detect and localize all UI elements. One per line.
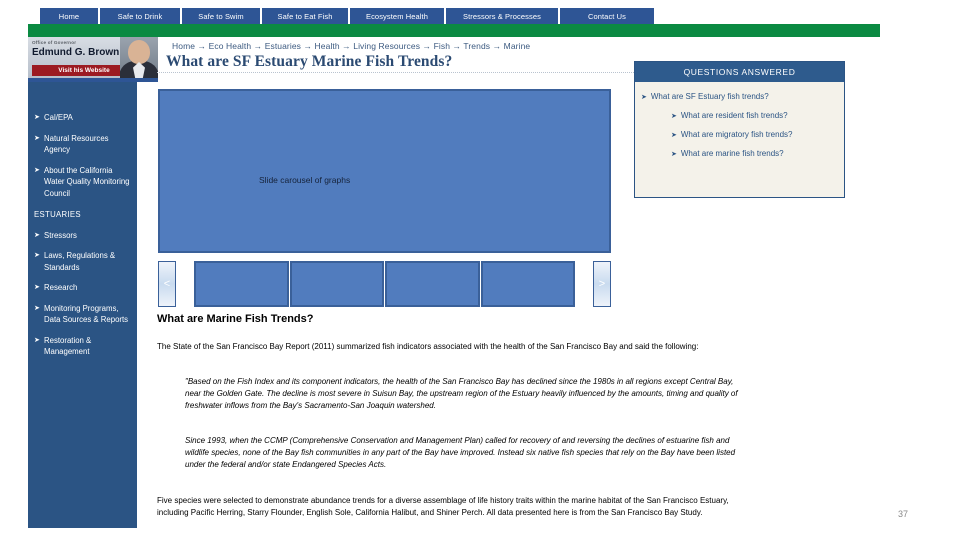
sidebar-item-restoration-management[interactable]: ➤ Restoration & Management [34,335,131,358]
questions-answered-panel: QUESTIONS ANSWERED ➤ What are SF Estuary … [634,61,845,198]
arrow-bullet-icon: ➤ [34,252,40,259]
qa-item-label: What are migratory fish trends? [680,130,793,139]
questions-answered-header: QUESTIONS ANSWERED [635,62,844,82]
arrow-bullet-icon: ➤ [671,151,677,158]
qa-item-label: What are resident fish trends? [680,111,788,120]
governor-name: Edmund G. Brown Jr. [32,47,134,58]
qa-item-label: What are SF Estuary fish trends? [650,92,769,101]
qa-item-migratory-fish-trends[interactable]: ➤ What are migratory fish trends? [641,129,836,141]
sidebar-item-laws-regulations-standards[interactable]: ➤ Laws, Regulations & Standards [34,250,131,273]
sidebar-item-natural-resources-agency[interactable]: ➤ Natural Resources Agency [34,133,131,156]
questions-answered-list: ➤ What are SF Estuary fish trends? ➤ What … [635,82,844,160]
carousel-thumbnail[interactable] [385,261,480,307]
qa-item-label: What are marine fish trends? [680,149,784,158]
arrow-bullet-icon: ➤ [671,113,677,120]
carousel-placeholder-caption: Slide carousel of graphs [259,175,351,185]
green-accent-bar [28,24,880,37]
sidebar-item-label: Stressors [44,230,77,240]
portrait-head [128,40,150,64]
qa-item-marine-fish-trends[interactable]: ➤ What are marine fish trends? [641,148,836,160]
carousel-next-button[interactable]: > [593,261,611,307]
sidebar-section-heading: ESTUARIES [34,210,81,219]
sidebar-item-label: Restoration & Management [44,335,92,357]
sidebar-item-label: Laws, Regulations & Standards [44,251,116,272]
content-intro-paragraph: The State of the San Francisco Bay Repor… [157,342,699,351]
sidebar-item-label: About the California Water Quality Monit… [44,165,130,198]
arrow-bullet-icon: ➤ [34,134,40,142]
left-sidebar: ➤ Cal/EPA ➤ Natural Resources Agency ➤ A… [28,82,137,528]
carousel-thumbnail[interactable] [289,261,384,307]
sidebar-item-research[interactable]: ➤ Research [34,282,131,294]
sidebar-item-label: Monitoring Programs, Data Sources & Repo… [44,303,129,325]
sidebar-item-about-council[interactable]: ➤ About the California Water Quality Mon… [34,165,131,200]
content-final-paragraph: Five species were selected to demonstrat… [157,496,729,517]
sidebar-item-label: Natural Resources Agency [44,133,109,155]
page-number: 37 [897,509,908,519]
arrow-bullet-icon: ➤ [34,166,40,174]
title-divider [157,72,642,73]
governor-office-label: Office of Governor [32,40,77,45]
arrow-bullet-icon: ➤ [34,284,40,291]
qa-item-estuary-fish-trends[interactable]: ➤ What are SF Estuary fish trends? [641,91,836,103]
sidebar-item-label: Research [44,283,78,292]
arrow-bullet-icon: ➤ [671,132,677,139]
content-heading: What are Marine Fish Trends? [157,313,314,325]
carousel-thumbnails [194,261,575,307]
governor-text-block: Office of Governor Edmund G. Brown Jr. [32,40,134,59]
arrow-bullet-icon: ➤ [34,114,40,121]
sidebar-item-monitoring-programs[interactable]: ➤ Monitoring Programs, Data Sources & Re… [34,303,131,326]
arrow-bullet-icon: ➤ [641,94,647,101]
arrow-bullet-icon: ➤ [34,231,40,239]
governor-banner[interactable]: Office of Governor Edmund G. Brown Jr. V… [28,37,158,82]
carousel-prev-button[interactable]: < [158,261,176,307]
arrow-bullet-icon: ➤ [34,304,40,312]
carousel-main-panel[interactable]: Slide carousel of graphs [158,89,611,253]
slide-page: Home Safe to Drink Safe to Swim Safe to … [0,0,960,540]
carousel-thumbnail[interactable] [480,261,575,307]
sidebar-item-label: Cal/EPA [44,113,73,122]
content-quote-first: "Based on the Fish Index and its compone… [185,377,738,411]
carousel-thumbnail[interactable] [194,261,289,307]
qa-item-resident-fish-trends[interactable]: ➤ What are resident fish trends? [641,110,836,122]
page-title: What are SF Estuary Marine Fish Trends? [166,53,453,70]
governor-portrait [120,37,158,82]
carousel-thumbnail-strip: < > [158,261,611,307]
arrow-bullet-icon: ➤ [34,336,40,344]
content-quote-second: Since 1993, when the CCMP (Comprehensive… [185,436,736,470]
breadcrumb[interactable]: Home → Eco Health → Estuaries → Health →… [172,41,530,51]
sidebar-item-stressors[interactable]: ➤ Stressors [34,230,131,242]
sidebar-item-calepa[interactable]: ➤ Cal/EPA [34,112,131,124]
